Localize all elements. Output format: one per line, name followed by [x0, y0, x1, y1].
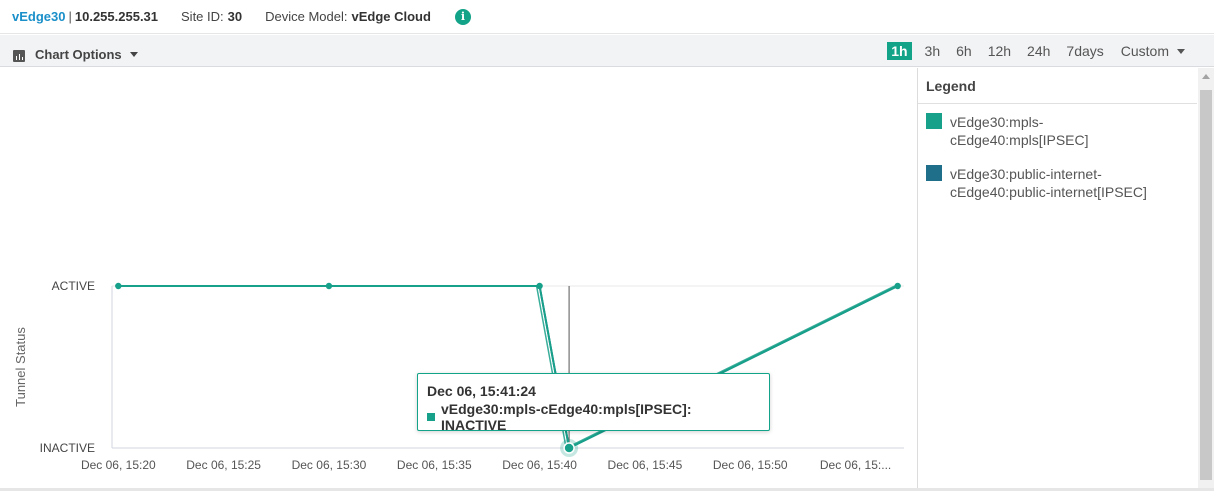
legend-item-public-internet[interactable]: vEdge30:public-internet-cEdge40:public-i…	[918, 149, 1197, 201]
tooltip-series-swatch	[427, 413, 435, 421]
site-id-label: Site ID:	[181, 9, 224, 24]
scroll-up-arrow-icon[interactable]	[1202, 74, 1210, 79]
scrollbar-thumb[interactable]	[1200, 90, 1212, 480]
range-24h[interactable]: 24h	[1024, 42, 1053, 60]
legend-title: Legend	[918, 68, 1197, 104]
legend-item-label: vEdge30:public-internet-cEdge40:public-i…	[950, 166, 1147, 200]
chevron-down-icon	[1177, 48, 1185, 54]
system-ip: 10.255.255.31	[74, 9, 159, 24]
device-model-value: vEdge Cloud	[351, 9, 431, 24]
range-custom-label: Custom	[1120, 43, 1169, 59]
site-id-value: 30	[227, 9, 243, 24]
hover-marker	[563, 442, 575, 454]
legend-panel: Legend vEdge30:mpls-cEdge40:mpls[IPSEC] …	[917, 68, 1197, 488]
y-tick-label: ACTIVE	[52, 279, 95, 293]
x-tick-label: Dec 06, 15:30	[292, 458, 367, 472]
range-3h[interactable]: 3h	[922, 42, 944, 60]
data-point-marker	[894, 282, 901, 290]
range-12h[interactable]: 12h	[985, 42, 1014, 60]
tooltip-row: vEdge30:mpls-cEdge40:mpls[IPSEC]: INACTI…	[427, 401, 760, 433]
chart-options-dropdown[interactable]: Chart Options	[13, 46, 138, 62]
header-separator: |	[68, 9, 72, 24]
info-icon[interactable]: i	[454, 8, 471, 25]
device-info-bar: vEdge30 | 10.255.255.31 Site ID: 30 Devi…	[0, 0, 1214, 34]
time-range-selector: 1h 3h 6h 12h 24h 7days Custom	[887, 42, 1188, 60]
x-tick-label: Dec 06, 15:45	[608, 458, 683, 472]
legend-swatch	[926, 165, 942, 181]
bar-chart-icon	[13, 50, 25, 62]
data-point-marker	[325, 282, 333, 290]
range-custom-dropdown[interactable]: Custom	[1118, 42, 1188, 60]
chevron-down-icon	[129, 51, 138, 57]
x-tick-label: Dec 06, 15:...	[820, 458, 891, 472]
x-tick-label: Dec 06, 15:50	[713, 458, 788, 472]
tooltip-timestamp: Dec 06, 15:41:24	[427, 383, 536, 399]
range-6h[interactable]: 6h	[953, 42, 975, 60]
legend-item-label: vEdge30:mpls-cEdge40:mpls[IPSEC]	[950, 114, 1089, 148]
data-point-marker	[536, 282, 543, 290]
legend-item-mpls[interactable]: vEdge30:mpls-cEdge40:mpls[IPSEC]	[918, 104, 1197, 149]
device-model-label: Device Model:	[265, 9, 348, 24]
x-tick-label: Dec 06, 15:25	[186, 458, 261, 472]
chart-tooltip: Dec 06, 15:41:24 vEdge30:mpls-cEdge40:mp…	[417, 373, 770, 433]
x-tick-label: Dec 06, 15:20	[81, 458, 156, 472]
y-axis-title: Tunnel Status	[13, 327, 28, 407]
y-tick-label: INACTIVE	[40, 441, 95, 455]
range-7days[interactable]: 7days	[1063, 42, 1106, 60]
legend-scrollbar[interactable]	[1198, 68, 1214, 488]
tooltip-row-text: vEdge30:mpls-cEdge40:mpls[IPSEC]: INACTI…	[440, 401, 692, 433]
device-name-link[interactable]: vEdge30	[12, 9, 65, 24]
data-point-marker	[115, 282, 122, 290]
chart-options-label: Chart Options	[35, 46, 122, 62]
x-tick-label: Dec 06, 15:40	[502, 458, 577, 472]
x-tick-label: Dec 06, 15:35	[397, 458, 472, 472]
range-1h[interactable]: 1h	[887, 42, 912, 60]
legend-swatch	[926, 113, 942, 129]
chart-toolbar: Chart Options 1h 3h 6h 12h 24h 7days Cus…	[0, 35, 1214, 67]
